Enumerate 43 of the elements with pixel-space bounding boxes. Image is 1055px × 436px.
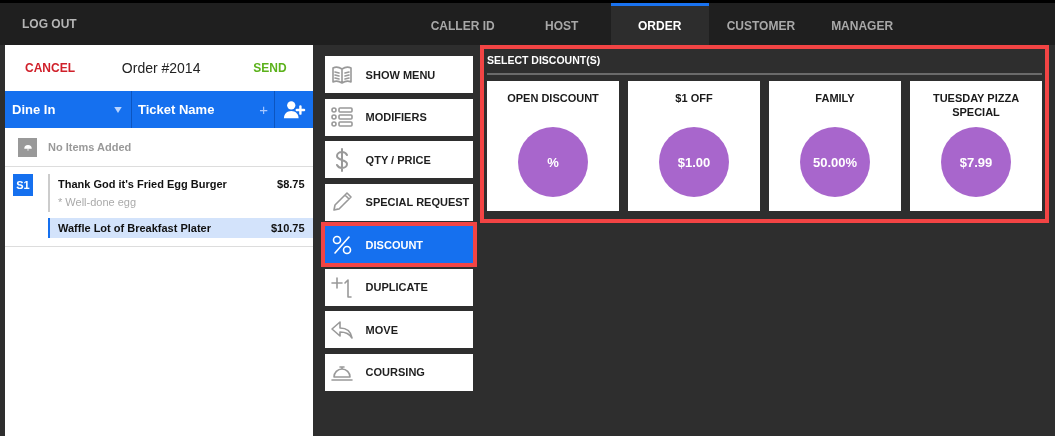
item-price: $10.75 — [270, 222, 305, 234]
action-button[interactable]: DUPLICATE — [324, 268, 473, 306]
cloche-icon — [22, 142, 33, 152]
discount-value: $7.99 — [941, 127, 1011, 197]
nav-tab[interactable]: CUSTOMER — [708, 3, 814, 45]
item-name: Waffle Lot of Breakfast Plater — [58, 222, 211, 234]
order-type-dropdown[interactable]: Dine In — [5, 91, 132, 128]
discount-card[interactable]: $1 OFF $1.00 — [628, 81, 760, 211]
cancel-button[interactable]: CANCEL — [25, 61, 75, 75]
discount-name: FAMILY — [814, 91, 856, 105]
nav-tab[interactable]: HOST — [512, 3, 611, 45]
item-modifier: * Well-done egg — [58, 196, 138, 208]
action-button[interactable]: QTY / PRICE — [324, 141, 473, 178]
ticket-name-field[interactable]: Ticket Name + — [132, 91, 275, 128]
discount-value: % — [518, 127, 588, 197]
order-item[interactable]: Thank God it's Fried Egg Burger $8.75 * Well-done egg — [48, 174, 313, 212]
discount-value: 50.00% — [800, 127, 870, 197]
action-button[interactable]: MOVE — [324, 311, 473, 348]
empty-message: No Items Added — [48, 141, 132, 153]
discount-value: $1.00 — [659, 127, 729, 197]
discount-name: $1 OFF — [674, 91, 714, 105]
item-name: Thank God it's Fried Egg Burger — [58, 178, 227, 190]
action-button[interactable]: SPECIAL REQUEST — [324, 183, 473, 221]
plus-one-icon — [329, 275, 354, 299]
action-button[interactable]: COURSING — [324, 353, 473, 391]
discount-card[interactable]: FAMILY 50.00% — [769, 81, 901, 211]
discount-card[interactable]: TUESDAY PIZZA SPECIAL $7.99 — [910, 81, 1042, 211]
order-item[interactable]: Waffle Lot of Breakfast Plater $10.75 — [48, 218, 313, 238]
list-icon — [329, 105, 354, 129]
seat-badge[interactable]: S1 — [13, 174, 33, 196]
logout-link[interactable]: LOG OUT — [22, 17, 77, 31]
discount-name: TUESDAY PIZZA SPECIAL — [931, 91, 1021, 119]
nav-tab[interactable]: MANAGER — [813, 3, 912, 45]
order-title: Order #2014 — [121, 60, 201, 76]
discount-name: OPEN DISCOUNT — [506, 91, 600, 105]
caret-icon — [112, 104, 124, 115]
panel-title: SELECT DISCOUNT(S) — [487, 51, 1042, 75]
nav-tab[interactable]: ORDER — [610, 3, 709, 45]
item-price: $8.75 — [277, 178, 305, 190]
action-button[interactable]: MODIFIERS — [324, 98, 473, 136]
discount-card[interactable]: OPEN DISCOUNT % — [487, 81, 619, 211]
action-button[interactable]: SHOW MENU — [324, 56, 473, 93]
nav-tab[interactable]: CALLER ID — [412, 3, 513, 45]
